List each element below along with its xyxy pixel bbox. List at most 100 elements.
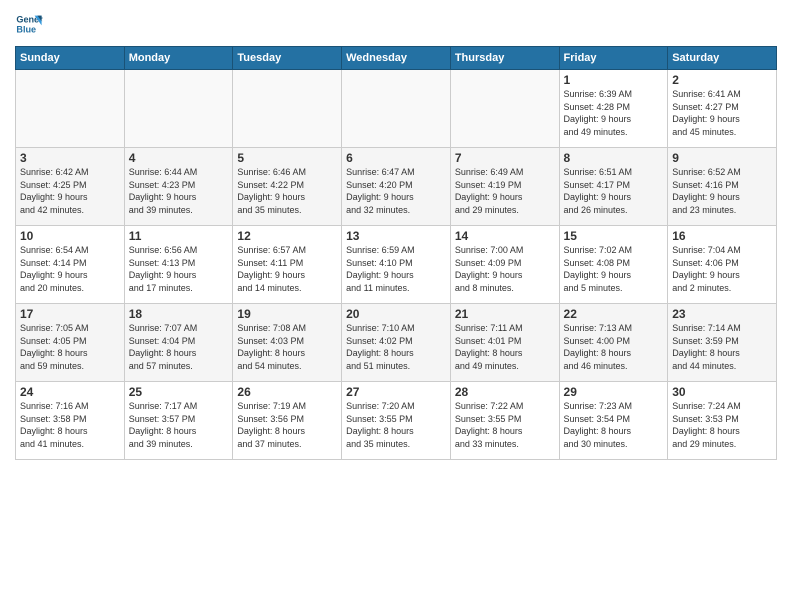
day-info: Sunrise: 7:20 AM Sunset: 3:55 PM Dayligh…	[346, 400, 446, 450]
svg-text:Blue: Blue	[16, 24, 36, 34]
calendar-cell: 3Sunrise: 6:42 AM Sunset: 4:25 PM Daylig…	[16, 148, 125, 226]
calendar-cell: 2Sunrise: 6:41 AM Sunset: 4:27 PM Daylig…	[668, 70, 777, 148]
day-number: 12	[237, 229, 337, 243]
day-number: 10	[20, 229, 120, 243]
day-info: Sunrise: 7:05 AM Sunset: 4:05 PM Dayligh…	[20, 322, 120, 372]
calendar-cell: 21Sunrise: 7:11 AM Sunset: 4:01 PM Dayli…	[450, 304, 559, 382]
day-number: 14	[455, 229, 555, 243]
page-header: General Blue	[15, 10, 777, 38]
day-number: 15	[564, 229, 664, 243]
day-info: Sunrise: 7:08 AM Sunset: 4:03 PM Dayligh…	[237, 322, 337, 372]
day-number: 8	[564, 151, 664, 165]
day-info: Sunrise: 6:57 AM Sunset: 4:11 PM Dayligh…	[237, 244, 337, 294]
day-info: Sunrise: 7:23 AM Sunset: 3:54 PM Dayligh…	[564, 400, 664, 450]
day-info: Sunrise: 7:04 AM Sunset: 4:06 PM Dayligh…	[672, 244, 772, 294]
day-number: 11	[129, 229, 229, 243]
day-number: 6	[346, 151, 446, 165]
day-info: Sunrise: 6:39 AM Sunset: 4:28 PM Dayligh…	[564, 88, 664, 138]
day-number: 9	[672, 151, 772, 165]
day-number: 17	[20, 307, 120, 321]
calendar-cell: 4Sunrise: 6:44 AM Sunset: 4:23 PM Daylig…	[124, 148, 233, 226]
logo-icon: General Blue	[15, 10, 43, 38]
calendar-cell: 5Sunrise: 6:46 AM Sunset: 4:22 PM Daylig…	[233, 148, 342, 226]
calendar-cell: 13Sunrise: 6:59 AM Sunset: 4:10 PM Dayli…	[342, 226, 451, 304]
day-number: 28	[455, 385, 555, 399]
calendar-cell: 29Sunrise: 7:23 AM Sunset: 3:54 PM Dayli…	[559, 382, 668, 460]
calendar-table: SundayMondayTuesdayWednesdayThursdayFrid…	[15, 46, 777, 460]
calendar-cell: 8Sunrise: 6:51 AM Sunset: 4:17 PM Daylig…	[559, 148, 668, 226]
day-info: Sunrise: 6:51 AM Sunset: 4:17 PM Dayligh…	[564, 166, 664, 216]
calendar-header-row: SundayMondayTuesdayWednesdayThursdayFrid…	[16, 47, 777, 70]
day-header-sunday: Sunday	[16, 47, 125, 70]
day-info: Sunrise: 6:47 AM Sunset: 4:20 PM Dayligh…	[346, 166, 446, 216]
day-info: Sunrise: 6:44 AM Sunset: 4:23 PM Dayligh…	[129, 166, 229, 216]
calendar-cell	[342, 70, 451, 148]
calendar-cell: 27Sunrise: 7:20 AM Sunset: 3:55 PM Dayli…	[342, 382, 451, 460]
day-info: Sunrise: 7:10 AM Sunset: 4:02 PM Dayligh…	[346, 322, 446, 372]
calendar-cell: 30Sunrise: 7:24 AM Sunset: 3:53 PM Dayli…	[668, 382, 777, 460]
day-header-monday: Monday	[124, 47, 233, 70]
calendar-cell: 15Sunrise: 7:02 AM Sunset: 4:08 PM Dayli…	[559, 226, 668, 304]
calendar-body: 1Sunrise: 6:39 AM Sunset: 4:28 PM Daylig…	[16, 70, 777, 460]
day-number: 21	[455, 307, 555, 321]
day-number: 29	[564, 385, 664, 399]
day-info: Sunrise: 7:02 AM Sunset: 4:08 PM Dayligh…	[564, 244, 664, 294]
calendar-cell	[124, 70, 233, 148]
day-header-friday: Friday	[559, 47, 668, 70]
day-info: Sunrise: 7:13 AM Sunset: 4:00 PM Dayligh…	[564, 322, 664, 372]
day-info: Sunrise: 6:54 AM Sunset: 4:14 PM Dayligh…	[20, 244, 120, 294]
day-info: Sunrise: 6:56 AM Sunset: 4:13 PM Dayligh…	[129, 244, 229, 294]
day-info: Sunrise: 7:07 AM Sunset: 4:04 PM Dayligh…	[129, 322, 229, 372]
calendar-cell: 10Sunrise: 6:54 AM Sunset: 4:14 PM Dayli…	[16, 226, 125, 304]
calendar-cell: 25Sunrise: 7:17 AM Sunset: 3:57 PM Dayli…	[124, 382, 233, 460]
day-info: Sunrise: 7:22 AM Sunset: 3:55 PM Dayligh…	[455, 400, 555, 450]
day-info: Sunrise: 6:59 AM Sunset: 4:10 PM Dayligh…	[346, 244, 446, 294]
day-number: 20	[346, 307, 446, 321]
day-info: Sunrise: 7:17 AM Sunset: 3:57 PM Dayligh…	[129, 400, 229, 450]
day-info: Sunrise: 7:19 AM Sunset: 3:56 PM Dayligh…	[237, 400, 337, 450]
calendar-cell: 11Sunrise: 6:56 AM Sunset: 4:13 PM Dayli…	[124, 226, 233, 304]
day-number: 16	[672, 229, 772, 243]
calendar-week-4: 17Sunrise: 7:05 AM Sunset: 4:05 PM Dayli…	[16, 304, 777, 382]
day-number: 23	[672, 307, 772, 321]
calendar-cell: 6Sunrise: 6:47 AM Sunset: 4:20 PM Daylig…	[342, 148, 451, 226]
day-number: 5	[237, 151, 337, 165]
day-header-tuesday: Tuesday	[233, 47, 342, 70]
day-number: 7	[455, 151, 555, 165]
day-info: Sunrise: 6:41 AM Sunset: 4:27 PM Dayligh…	[672, 88, 772, 138]
calendar-cell	[233, 70, 342, 148]
calendar-cell: 14Sunrise: 7:00 AM Sunset: 4:09 PM Dayli…	[450, 226, 559, 304]
calendar-cell: 18Sunrise: 7:07 AM Sunset: 4:04 PM Dayli…	[124, 304, 233, 382]
calendar-cell: 7Sunrise: 6:49 AM Sunset: 4:19 PM Daylig…	[450, 148, 559, 226]
calendar-week-3: 10Sunrise: 6:54 AM Sunset: 4:14 PM Dayli…	[16, 226, 777, 304]
day-number: 4	[129, 151, 229, 165]
calendar-cell: 9Sunrise: 6:52 AM Sunset: 4:16 PM Daylig…	[668, 148, 777, 226]
day-number: 22	[564, 307, 664, 321]
day-number: 3	[20, 151, 120, 165]
calendar-cell: 1Sunrise: 6:39 AM Sunset: 4:28 PM Daylig…	[559, 70, 668, 148]
day-number: 26	[237, 385, 337, 399]
calendar-cell: 16Sunrise: 7:04 AM Sunset: 4:06 PM Dayli…	[668, 226, 777, 304]
day-number: 13	[346, 229, 446, 243]
calendar-week-5: 24Sunrise: 7:16 AM Sunset: 3:58 PM Dayli…	[16, 382, 777, 460]
calendar-cell: 22Sunrise: 7:13 AM Sunset: 4:00 PM Dayli…	[559, 304, 668, 382]
calendar-cell: 20Sunrise: 7:10 AM Sunset: 4:02 PM Dayli…	[342, 304, 451, 382]
calendar-cell: 28Sunrise: 7:22 AM Sunset: 3:55 PM Dayli…	[450, 382, 559, 460]
day-info: Sunrise: 7:11 AM Sunset: 4:01 PM Dayligh…	[455, 322, 555, 372]
calendar-cell: 26Sunrise: 7:19 AM Sunset: 3:56 PM Dayli…	[233, 382, 342, 460]
calendar-cell: 12Sunrise: 6:57 AM Sunset: 4:11 PM Dayli…	[233, 226, 342, 304]
logo: General Blue	[15, 10, 43, 38]
day-number: 24	[20, 385, 120, 399]
day-info: Sunrise: 6:52 AM Sunset: 4:16 PM Dayligh…	[672, 166, 772, 216]
calendar-cell: 19Sunrise: 7:08 AM Sunset: 4:03 PM Dayli…	[233, 304, 342, 382]
calendar-cell	[450, 70, 559, 148]
day-info: Sunrise: 7:16 AM Sunset: 3:58 PM Dayligh…	[20, 400, 120, 450]
day-info: Sunrise: 7:14 AM Sunset: 3:59 PM Dayligh…	[672, 322, 772, 372]
day-info: Sunrise: 7:00 AM Sunset: 4:09 PM Dayligh…	[455, 244, 555, 294]
day-number: 18	[129, 307, 229, 321]
calendar-cell: 24Sunrise: 7:16 AM Sunset: 3:58 PM Dayli…	[16, 382, 125, 460]
day-number: 25	[129, 385, 229, 399]
day-number: 2	[672, 73, 772, 87]
day-info: Sunrise: 6:49 AM Sunset: 4:19 PM Dayligh…	[455, 166, 555, 216]
calendar-cell: 23Sunrise: 7:14 AM Sunset: 3:59 PM Dayli…	[668, 304, 777, 382]
